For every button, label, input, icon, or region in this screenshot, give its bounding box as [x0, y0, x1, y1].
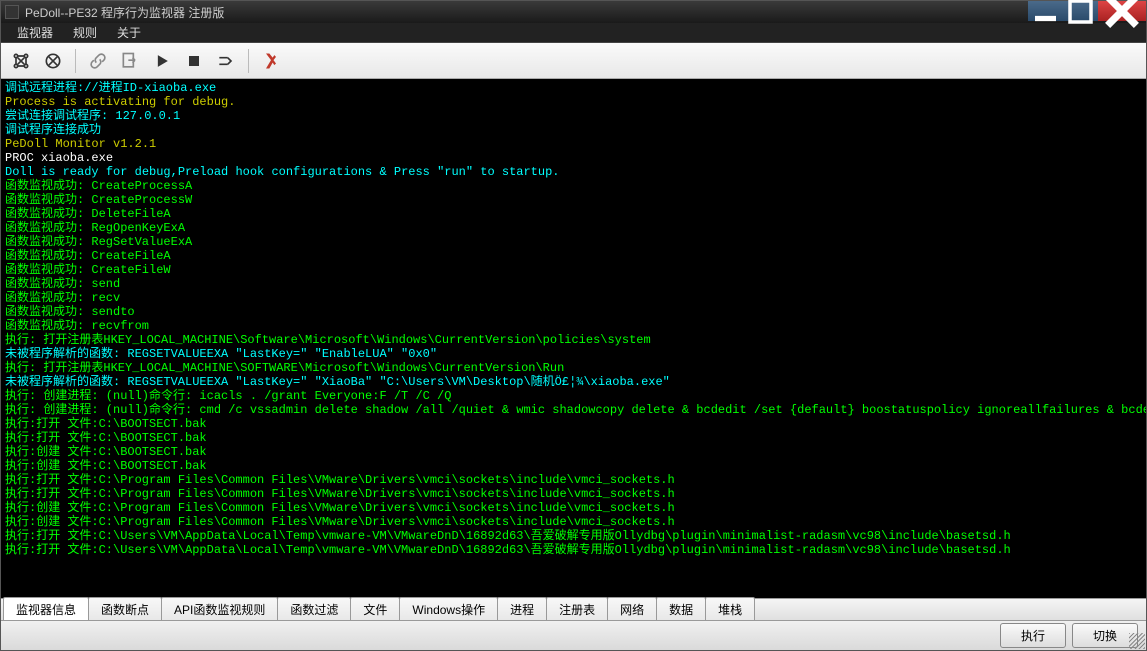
- menu-monitor[interactable]: 监视器: [7, 22, 63, 43]
- console-line: 未被程序解析的函数: REGSETVALUEEXA "LastKey=" "En…: [5, 347, 1142, 361]
- console-line: 执行:创建 文件:C:\BOOTSECT.bak: [5, 459, 1142, 473]
- console-line: 执行: 创建进程: (null)命令行: icacls . /grant Eve…: [5, 389, 1142, 403]
- console-line: 执行:打开 文件:C:\Program Files\Common Files\V…: [5, 487, 1142, 501]
- step-icon[interactable]: [212, 47, 240, 75]
- console-line: 执行:打开 文件:C:\Users\VM\AppData\Local\Temp\…: [5, 543, 1142, 557]
- tab-8[interactable]: 网络: [607, 597, 657, 620]
- tab-4[interactable]: 文件: [350, 597, 400, 620]
- connect-icon[interactable]: [7, 47, 35, 75]
- execute-button[interactable]: 执行: [1000, 623, 1066, 648]
- console-line: 函数监视成功: recv: [5, 291, 1142, 305]
- console-output[interactable]: 调试远程进程://进程ID-xiaoba.exeProcess is activ…: [1, 79, 1146, 598]
- console-line: 执行: 打开注册表HKEY_LOCAL_MACHINE\Software\Mic…: [5, 333, 1142, 347]
- disconnect-icon[interactable]: [39, 47, 67, 75]
- console-line: 未被程序解析的函数: REGSETVALUEEXA "LastKey=" "Xi…: [5, 375, 1142, 389]
- console-line: 函数监视成功: RegSetValueExA: [5, 235, 1142, 249]
- stop-icon[interactable]: [180, 47, 208, 75]
- console-line: 执行: 创建进程: (null)命令行: cmd /c vssadmin del…: [5, 403, 1142, 417]
- tab-6[interactable]: 进程: [497, 597, 547, 620]
- bottom-bar: 执行 切换: [1, 620, 1146, 650]
- menubar: 监视器 规则 关于: [1, 23, 1146, 43]
- new-icon[interactable]: [116, 47, 144, 75]
- console-line: 执行:打开 文件:C:\BOOTSECT.bak: [5, 431, 1142, 445]
- console-line: 函数监视成功: CreateProcessA: [5, 179, 1142, 193]
- bottom-tabs: 监视器信息函数断点API函数监视规则函数过滤文件Windows操作进程注册表网络…: [1, 598, 1146, 620]
- console-line: 执行:打开 文件:C:\Users\VM\AppData\Local\Temp\…: [5, 529, 1142, 543]
- console-line: Process is activating for debug.: [5, 95, 1142, 109]
- console-line: 执行:创建 文件:C:\Program Files\Common Files\V…: [5, 501, 1142, 515]
- resize-grip[interactable]: [1129, 633, 1145, 649]
- toolbar: [1, 43, 1146, 79]
- console-line: 调试远程进程://进程ID-xiaoba.exe: [5, 81, 1142, 95]
- tab-7[interactable]: 注册表: [546, 597, 608, 620]
- console-line: PeDoll Monitor v1.2.1: [5, 137, 1142, 151]
- console-line: 函数监视成功: recvfrom: [5, 319, 1142, 333]
- console-line: 尝试连接调试程序: 127.0.0.1: [5, 109, 1142, 123]
- menu-about[interactable]: 关于: [107, 22, 151, 43]
- console-line: 函数监视成功: CreateFileW: [5, 263, 1142, 277]
- console-line: 函数监视成功: send: [5, 277, 1142, 291]
- console-line: 执行:打开 文件:C:\BOOTSECT.bak: [5, 417, 1142, 431]
- console-line: 函数监视成功: DeleteFileA: [5, 207, 1142, 221]
- maximize-button[interactable]: [1063, 1, 1098, 21]
- console-line: 函数监视成功: CreateProcessW: [5, 193, 1142, 207]
- tab-0[interactable]: 监视器信息: [3, 597, 89, 620]
- rules-icon[interactable]: [257, 47, 285, 75]
- window-title: PeDoll--PE32 程序行为监视器 注册版: [25, 4, 224, 21]
- minimize-button[interactable]: [1028, 1, 1063, 21]
- console-line: PROC xiaoba.exe: [5, 151, 1142, 165]
- console-line: Doll is ready for debug,Preload hook con…: [5, 165, 1142, 179]
- close-button[interactable]: [1098, 1, 1146, 21]
- tab-10[interactable]: 堆栈: [705, 597, 755, 620]
- tab-1[interactable]: 函数断点: [88, 597, 162, 620]
- console-line: 执行:创建 文件:C:\BOOTSECT.bak: [5, 445, 1142, 459]
- menu-rules[interactable]: 规则: [63, 22, 107, 43]
- tab-3[interactable]: 函数过滤: [277, 597, 351, 620]
- console-line: 调试程序连接成功: [5, 123, 1142, 137]
- console-line: 执行:创建 文件:C:\Program Files\Common Files\V…: [5, 515, 1142, 529]
- app-icon: [5, 5, 19, 19]
- console-line: 函数监视成功: sendto: [5, 305, 1142, 319]
- tab-5[interactable]: Windows操作: [399, 597, 498, 620]
- console-line: 函数监视成功: RegOpenKeyExA: [5, 221, 1142, 235]
- tab-2[interactable]: API函数监视规则: [161, 597, 278, 620]
- console-line: 执行:打开 文件:C:\Program Files\Common Files\V…: [5, 473, 1142, 487]
- attach-icon[interactable]: [84, 47, 112, 75]
- tab-9[interactable]: 数据: [656, 597, 706, 620]
- console-line: 执行: 打开注册表HKEY_LOCAL_MACHINE\SOFTWARE\Mic…: [5, 361, 1142, 375]
- console-line: 函数监视成功: CreateFileA: [5, 249, 1142, 263]
- run-icon[interactable]: [148, 47, 176, 75]
- titlebar[interactable]: PeDoll--PE32 程序行为监视器 注册版: [1, 1, 1146, 23]
